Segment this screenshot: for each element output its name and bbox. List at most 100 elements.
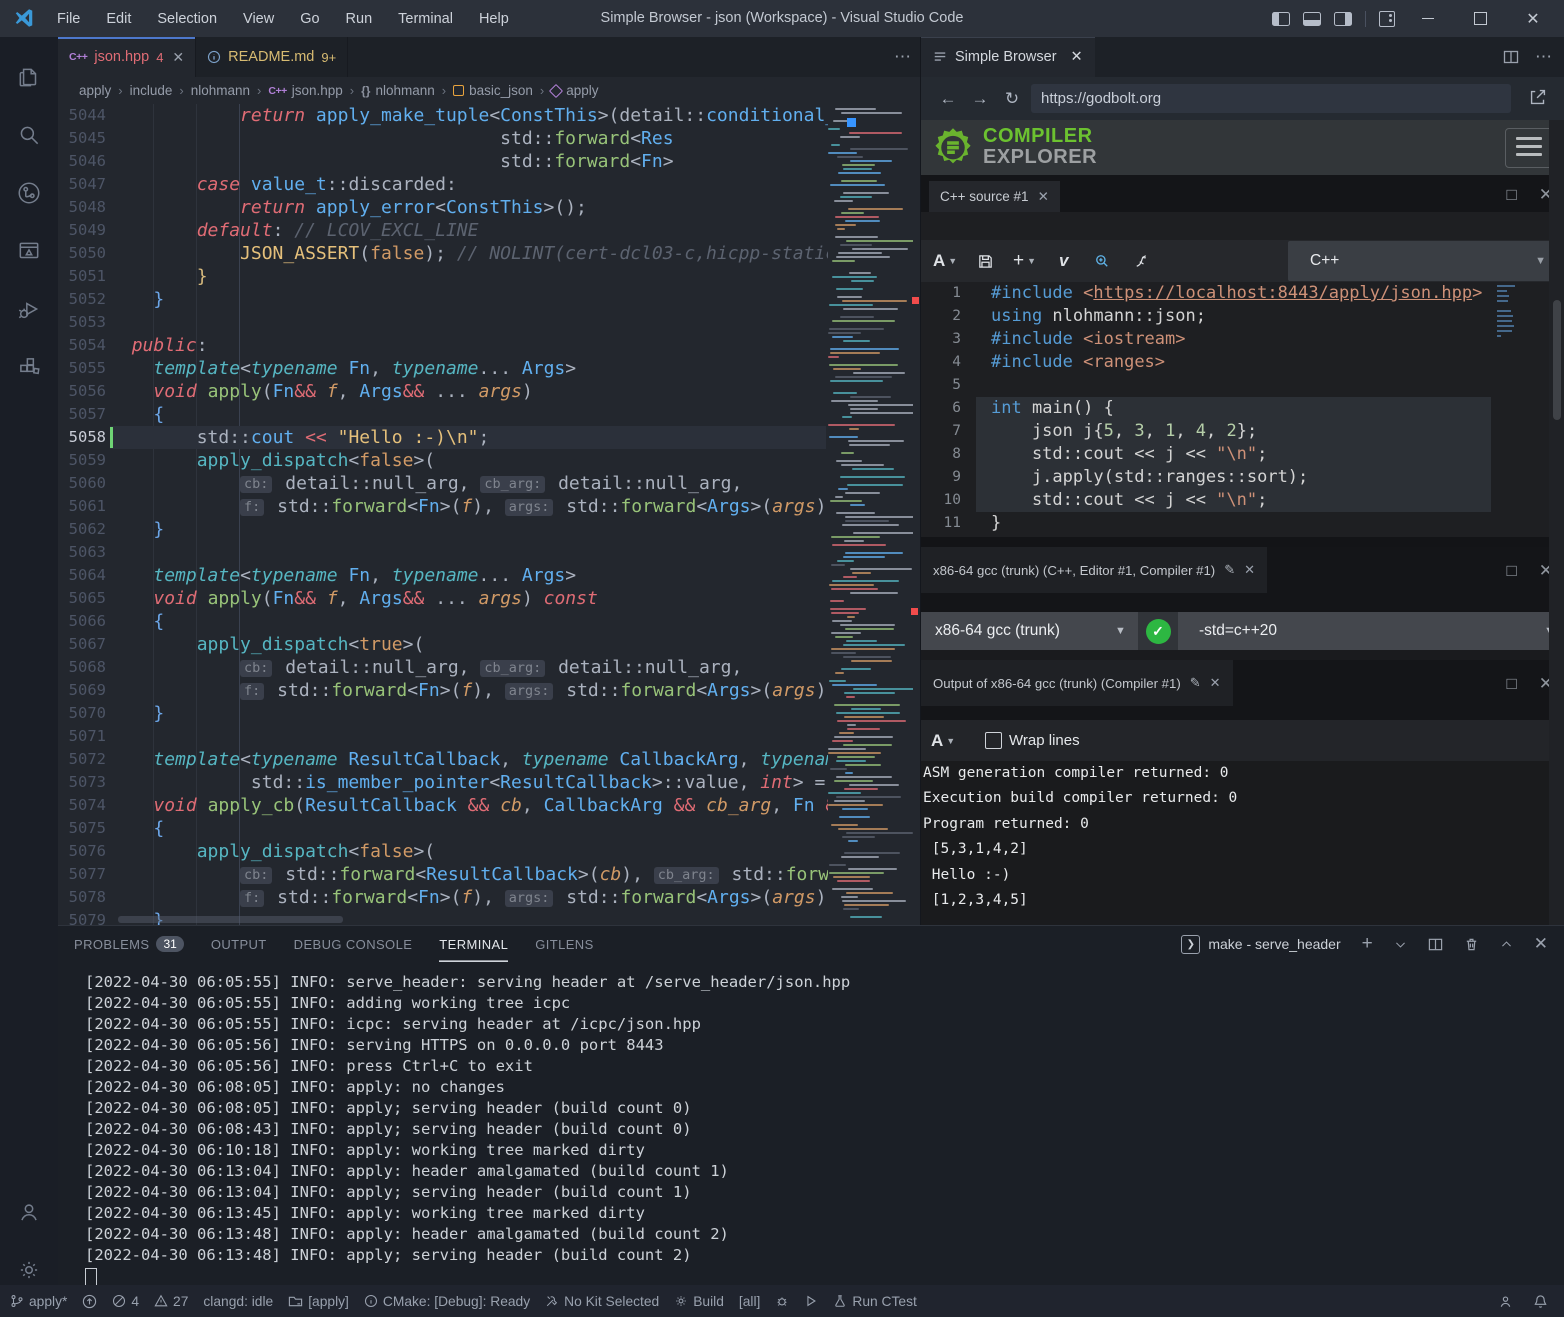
open-external-icon[interactable] (1527, 86, 1551, 110)
reload-icon[interactable]: ↻ (997, 77, 1027, 120)
maximize-pane-icon[interactable]: □ (1506, 674, 1516, 694)
toggle-sidebar-icon[interactable] (1272, 12, 1290, 26)
minimize-button[interactable] (1408, 0, 1448, 37)
editor-more-actions-icon[interactable]: ⋯ (894, 37, 912, 77)
compiler-explorer-logo-text[interactable]: COMPILER EXPLORER (983, 126, 1097, 168)
cppinsights-icon[interactable] (1133, 240, 1151, 282)
source-control-icon[interactable] (0, 168, 58, 218)
close-tab-icon[interactable]: ✕ (172, 49, 184, 66)
status-item-apply[interactable]: [apply] (288, 1294, 349, 1309)
font-size-icon[interactable]: A▼ (931, 720, 955, 762)
breadcrumb-item[interactable]: C++json.hpp (268, 83, 342, 98)
status-item-person[interactable] (1498, 1294, 1513, 1309)
menu-view[interactable]: View (230, 11, 287, 27)
rename-icon[interactable]: ✎ (1190, 675, 1201, 691)
panel-tab-terminal[interactable]: TERMINAL (439, 926, 508, 962)
code-editor[interactable]: 5044 return apply_make_tuple<ConstThis>(… (58, 104, 920, 925)
kill-terminal-icon[interactable] (1464, 937, 1479, 952)
new-terminal-icon[interactable]: + (1362, 933, 1373, 955)
split-editor-icon[interactable] (1503, 49, 1519, 65)
minimap[interactable] (828, 104, 913, 925)
maximize-pane-icon[interactable]: □ (1506, 561, 1516, 581)
maximize-button[interactable] (1460, 0, 1500, 37)
menu-edit[interactable]: Edit (93, 11, 144, 27)
tab-output[interactable]: Output of x86-64 gcc (trunk) (Compiler #… (921, 660, 1233, 706)
status-item-bell[interactable] (1533, 1294, 1548, 1309)
editor-tab-json.hpp[interactable]: C++ json.hpp 4 ✕ (58, 37, 196, 77)
menu-selection[interactable]: Selection (144, 11, 230, 27)
back-icon[interactable]: ← (933, 77, 963, 120)
tab-compiler[interactable]: x86-64 gcc (trunk) (C++, Editor #1, Comp… (921, 547, 1267, 593)
toggle-panel-icon[interactable] (1303, 12, 1321, 26)
horizontal-scrollbar[interactable] (118, 916, 343, 923)
run-debug-icon[interactable] (0, 284, 58, 334)
tab-simple-browser[interactable]: Simple Browser ✕ (921, 37, 1095, 77)
breadcrumb-item[interactable]: apply (79, 83, 111, 98)
status-item-no-kit-selected[interactable]: No Kit Selected (545, 1294, 659, 1309)
source-editor[interactable]: 1 #include <https://localhost:8443/apply… (921, 282, 1564, 537)
status-item-run-ctest[interactable]: Run CTest (833, 1294, 916, 1309)
status-item-clangd-idle[interactable]: clangd: idle (203, 1294, 273, 1309)
status-item-play[interactable] (804, 1294, 818, 1308)
add-pane-icon[interactable]: +▼ (1013, 240, 1036, 282)
status-item-build[interactable]: Build (674, 1294, 724, 1309)
vim-mode-icon[interactable]: v (1059, 240, 1068, 282)
panel-tab-problems[interactable]: PROBLEMS31 (74, 926, 184, 962)
breadcrumb-item[interactable]: nlohmann (191, 83, 250, 98)
live-preview-icon[interactable] (0, 226, 58, 276)
status-item-cmake-debug-ready[interactable]: CMake: [Debug]: Ready (364, 1294, 530, 1309)
menu-file[interactable]: File (44, 11, 93, 27)
panel-tab-gitlens[interactable]: GITLENS (535, 926, 593, 962)
forward-icon[interactable]: → (965, 77, 995, 120)
more-actions-icon[interactable]: ⋯ (1535, 47, 1553, 67)
maximize-panel-icon[interactable] (1500, 938, 1513, 951)
toggle-secondary-sidebar-icon[interactable] (1334, 12, 1352, 26)
close-tab-icon[interactable]: ✕ (1071, 49, 1083, 65)
editor-tab-README.md[interactable]: README.md 9+ (196, 37, 348, 77)
rename-icon[interactable]: ✎ (1224, 562, 1235, 578)
editor-scrollbar[interactable] (913, 104, 920, 925)
hamburger-menu-icon[interactable] (1505, 128, 1553, 168)
close-tab-icon[interactable]: ✕ (1244, 562, 1255, 578)
close-panel-icon[interactable]: ✕ (1534, 934, 1548, 954)
breadcrumb-item[interactable]: basic_json (453, 83, 533, 98)
browser-scrollbar[interactable] (1549, 120, 1564, 925)
zoom-search-icon[interactable] (1093, 240, 1111, 282)
split-terminal-icon[interactable] (1428, 937, 1443, 952)
save-icon[interactable] (977, 240, 994, 282)
status-item-4[interactable]: 4 (112, 1294, 139, 1309)
panel-tab-output[interactable]: OUTPUT (211, 926, 267, 962)
close-tab-icon[interactable]: ✕ (1038, 189, 1049, 205)
compiler-select[interactable]: x86-64 gcc (trunk) (935, 612, 1060, 650)
font-size-icon[interactable]: A▼ (933, 240, 957, 282)
search-icon[interactable] (0, 110, 58, 160)
menu-go[interactable]: Go (287, 11, 332, 27)
status-item-27[interactable]: 27 (154, 1294, 188, 1309)
terminal-output[interactable]: [2022-04-30 06:05:55] INFO: serve_header… (85, 972, 1554, 1286)
explorer-icon[interactable] (0, 52, 58, 102)
terminal-select[interactable]: ❯ make - serve_header (1181, 935, 1340, 954)
status-item-all[interactable]: [all] (739, 1294, 760, 1309)
menu-terminal[interactable]: Terminal (385, 11, 466, 27)
extensions-icon[interactable] (0, 342, 58, 392)
url-input[interactable] (1031, 84, 1511, 113)
tab-cpp-source[interactable]: C++ source #1 ✕ (929, 181, 1060, 212)
close-tab-icon[interactable]: ✕ (1210, 675, 1221, 691)
breadcrumb-item[interactable]: apply (551, 83, 598, 98)
language-select[interactable]: C++ ▼ (1288, 241, 1558, 281)
maximize-pane-icon[interactable]: □ (1506, 185, 1516, 205)
menu-run[interactable]: Run (333, 11, 386, 27)
breadcrumb[interactable]: apply›include›nlohmann›C++json.hpp›{}nlo… (58, 77, 920, 104)
close-button[interactable]: ✕ (1513, 0, 1553, 37)
customize-layout-icon[interactable] (1379, 11, 1395, 27)
breadcrumb-item[interactable]: include (130, 83, 173, 98)
status-item-publish[interactable] (82, 1294, 97, 1309)
status-item-apply[interactable]: apply* (10, 1294, 67, 1309)
account-icon[interactable] (0, 1187, 58, 1237)
breadcrumb-item[interactable]: {}nlohmann (361, 83, 435, 98)
compiler-options-input[interactable]: -std=c++20 (1199, 612, 1277, 650)
status-item-bug[interactable] (775, 1294, 789, 1308)
chevron-down-icon[interactable] (1394, 938, 1407, 951)
panel-tab-debug-console[interactable]: DEBUG CONSOLE (294, 926, 413, 962)
wrap-lines-checkbox[interactable] (985, 732, 1002, 749)
